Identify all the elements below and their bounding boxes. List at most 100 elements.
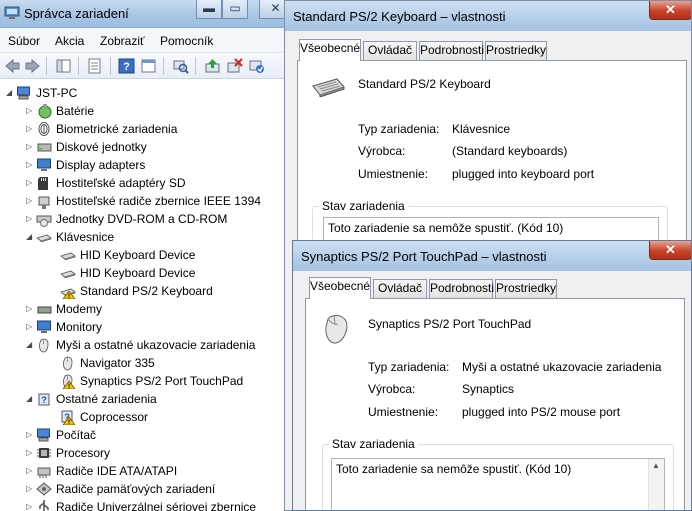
keyboard-dialog-titlebar[interactable]: Standard PS/2 Keyboard – vlastnosti	[285, 1, 691, 31]
maximize-button[interactable]: ▭	[222, 0, 248, 19]
tree-item-label: Biometrické zariadenia	[56, 122, 178, 136]
prop-key-manufacturer: Výrobca:	[368, 382, 416, 396]
touchpad-dialog-title: Synaptics PS/2 Port TouchPad – vlastnost…	[301, 249, 547, 264]
prop-value-location: plugged into keyboard port	[452, 167, 595, 181]
touchpad-dialog-close-button[interactable]: ✕	[649, 241, 691, 260]
tree-item-label: Monitory	[56, 320, 103, 334]
device-status-text: Toto zariadenie sa nemôže spustiť. (Kód …	[336, 462, 572, 476]
mouse-icon	[63, 356, 73, 371]
toolbar-separator	[78, 57, 79, 75]
device-status-legend: Stav zariadenia	[319, 199, 408, 213]
view-window-icon[interactable]	[140, 58, 157, 74]
device-manager-app-icon	[4, 6, 20, 19]
touchpad-properties-dialog: Synaptics PS/2 Port TouchPad – vlastnost…	[292, 240, 692, 511]
scan-hardware-icon[interactable]	[172, 58, 189, 74]
unknown-device-warning-icon: ?	[61, 410, 76, 425]
tree-item-label: Radiče pamäťových zariadení	[56, 482, 216, 496]
device-name: Standard PS/2 Keyboard	[358, 77, 491, 91]
keyboard-warning-icon	[60, 288, 76, 299]
tree-item-label: Synaptics PS/2 Port TouchPad	[80, 374, 244, 388]
properties-sheet-icon[interactable]	[86, 58, 103, 74]
tree-item-label: Hostiteľské adaptéry SD	[56, 176, 186, 190]
expand-arrow-icon[interactable]: ▷	[26, 196, 35, 205]
scroll-up-arrow-icon[interactable]: ▲	[652, 461, 660, 470]
prop-value-type: Klávesnice	[452, 122, 511, 136]
prop-key-location: Umiestnenie:	[358, 167, 429, 181]
prop-value-type: Myši a ostatné ukazovacie zariadenia	[462, 360, 662, 374]
collapse-arrow-icon[interactable]: ◢	[26, 340, 35, 349]
expand-arrow-icon[interactable]: ▷	[26, 502, 35, 511]
back-arrow-icon[interactable]	[4, 58, 21, 74]
expand-arrow-icon[interactable]: ▷	[26, 106, 35, 115]
expand-arrow-icon[interactable]: ▷	[26, 124, 35, 133]
show-hide-tree-icon[interactable]	[55, 58, 72, 74]
device-status-textbox[interactable]: Toto zariadenie sa nemôže spustiť. (Kód …	[331, 458, 665, 510]
tab-general[interactable]: Všeobecné	[299, 39, 361, 61]
expand-arrow-icon[interactable]: ▷	[26, 178, 35, 187]
tab-details[interactable]: Podrobnosti	[429, 279, 494, 298]
tab-details[interactable]: Podrobnosti	[419, 41, 484, 60]
update-driver-icon[interactable]	[204, 58, 221, 74]
toolbar-separator	[46, 57, 47, 75]
forward-arrow-icon[interactable]	[24, 58, 41, 74]
tab-driver[interactable]: Ovládač	[373, 279, 427, 298]
disk-drive-icon	[37, 143, 52, 152]
mouse-icon	[325, 314, 348, 344]
minimize-button[interactable]: ▬	[196, 0, 222, 19]
tab-resources[interactable]: Prostriedky	[485, 41, 547, 60]
keyboard-icon	[36, 234, 52, 243]
toolbar-separator	[195, 57, 196, 75]
enable-device-icon[interactable]	[248, 58, 265, 74]
modem-icon	[37, 306, 52, 314]
prop-value-manufacturer: Synaptics	[462, 382, 515, 396]
tab-driver[interactable]: Ovládač	[363, 41, 417, 60]
device-manager-titlebar[interactable]: Správca zariadení ▬ ▭ ✕	[0, 0, 292, 28]
tree-item-label: Display adapters	[56, 158, 146, 172]
svg-text:?: ?	[41, 395, 47, 405]
sd-host-icon	[38, 177, 48, 190]
toolbar-separator	[110, 57, 111, 75]
menu-action[interactable]: Akcia	[55, 34, 84, 48]
collapse-arrow-icon[interactable]: ◢	[26, 232, 35, 241]
tree-item-label: Radiče Univerzálnej sériovej zbernice	[56, 500, 257, 511]
tree-item-label: Klávesnice	[56, 230, 115, 244]
device-status-legend: Stav zariadenia	[329, 437, 418, 451]
menu-file[interactable]: Súbor	[8, 34, 40, 48]
expand-arrow-icon[interactable]: ▷	[26, 304, 35, 313]
device-name: Synaptics PS/2 Port TouchPad	[368, 317, 532, 331]
collapse-arrow-icon[interactable]: ◢	[6, 88, 15, 97]
monitor-icon	[37, 320, 51, 333]
tab-resources[interactable]: Prostriedky	[495, 279, 557, 298]
expand-arrow-icon[interactable]: ▷	[26, 214, 35, 223]
prop-key-location: Umiestnenie:	[368, 405, 439, 419]
menu-view[interactable]: Zobraziť	[100, 34, 145, 48]
mouse-warning-icon	[62, 374, 76, 389]
expand-arrow-icon[interactable]: ▷	[26, 430, 35, 439]
keyboard-icon	[60, 270, 76, 279]
keyboard-dialog-close-button[interactable]: ✕	[649, 1, 691, 20]
tree-item-label: Počítač	[56, 428, 97, 442]
touchpad-dialog-titlebar[interactable]: Synaptics PS/2 Port TouchPad – vlastnost…	[293, 241, 691, 271]
expand-arrow-icon[interactable]: ▷	[26, 142, 35, 151]
menu-help[interactable]: Pomocník	[160, 34, 213, 48]
prop-value-manufacturer: (Standard keyboards)	[452, 144, 568, 158]
status-scrollbar[interactable]: ▲	[648, 459, 664, 510]
collapse-arrow-icon[interactable]: ◢	[26, 394, 35, 403]
help-icon[interactable]: ?	[118, 58, 135, 74]
tree-root-label: JST-PC	[36, 86, 78, 100]
tree-item-label: HID Keyboard Device	[80, 248, 196, 262]
expand-arrow-icon[interactable]: ▷	[26, 160, 35, 169]
prop-key-manufacturer: Výrobca:	[358, 144, 406, 158]
tree-item-label: HID Keyboard Device	[80, 266, 196, 280]
device-manager-window: Správca zariadení ▬ ▭ ✕ Súbor Akcia Zobr…	[0, 0, 292, 511]
expand-arrow-icon[interactable]: ▷	[26, 484, 35, 493]
tree-item-label: Myši a ostatné ukazovacie zariadenia	[56, 338, 256, 352]
expand-arrow-icon[interactable]: ▷	[26, 466, 35, 475]
uninstall-device-icon[interactable]	[226, 58, 243, 74]
expand-arrow-icon[interactable]: ▷	[26, 322, 35, 331]
menu-bar: Súbor Akcia Zobraziť Pomocník	[0, 28, 292, 53]
tab-general[interactable]: Všeobecné	[309, 277, 371, 299]
tree-item-label: Radiče IDE ATA/ATAPI	[56, 464, 178, 478]
expand-arrow-icon[interactable]: ▷	[26, 448, 35, 457]
tree-item-label: Batérie	[56, 104, 95, 118]
